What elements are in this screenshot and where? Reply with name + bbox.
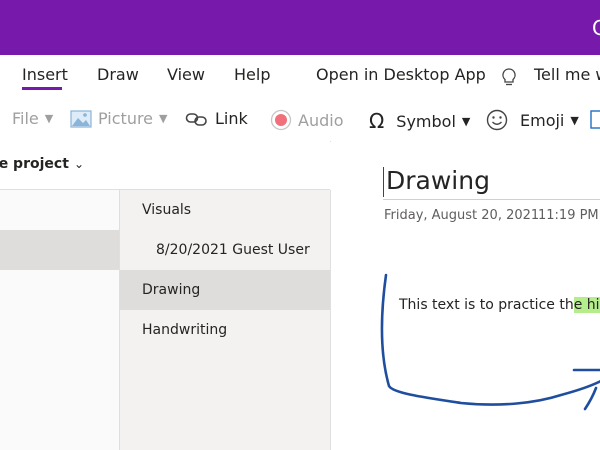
omega-icon: Ω [369, 109, 385, 133]
audio-label: Audio [298, 110, 344, 130]
open-in-desktop-app-button[interactable]: Open in Desktop App [316, 65, 486, 84]
page-label: Visuals [142, 202, 192, 218]
navigation-pane: te project ⌄ Visuals 8/20/2021 Guest Use… [0, 141, 331, 450]
link-button[interactable]: Link [185, 109, 248, 128]
link-icon [185, 112, 207, 126]
link-label: Link [215, 109, 248, 128]
page-label: Handwriting [142, 322, 228, 338]
chevron-down-icon: ▼ [461, 114, 471, 128]
lightbulb-icon [502, 68, 516, 86]
note-text-highlighted: e high [573, 297, 600, 313]
page-item-guest-user[interactable]: 8/20/2021 Guest User [120, 230, 330, 270]
page-item-visuals[interactable]: Visuals [120, 190, 330, 230]
chevron-down-icon: ⌄ [74, 157, 85, 171]
picture-label: Picture [98, 109, 154, 128]
user-initial[interactable]: C [592, 16, 600, 40]
title-bar: C [0, 0, 600, 55]
file-label: File [12, 109, 39, 128]
picture-button[interactable]: Picture ▼ [70, 109, 168, 128]
chevron-down-icon: ▼ [44, 112, 54, 125]
chevron-down-icon: ▼ [570, 113, 579, 127]
section-list [0, 190, 120, 450]
tab-insert[interactable]: Insert [22, 65, 68, 84]
notebook-title: te project [0, 156, 69, 172]
tab-help[interactable]: Help [234, 65, 270, 84]
page-label: 8/20/2021 Guest User [156, 242, 310, 258]
insert-toolbar: File ▼ Picture ▼ Link Audio Ω Symbol ▼ E… [0, 99, 600, 142]
chevron-down-icon: ▼ [159, 112, 168, 125]
page-item-handwriting[interactable]: Handwriting [120, 310, 330, 350]
page-item-drawing[interactable]: Drawing [120, 270, 330, 310]
section-item-selected[interactable] [0, 230, 119, 270]
emoji-button[interactable]: Emoji ▼ [486, 109, 579, 131]
page-label: Drawing [142, 282, 201, 298]
emoji-label: Emoji [520, 110, 565, 130]
audio-button[interactable]: Audio [270, 109, 343, 131]
spelling-icon[interactable] [590, 109, 600, 131]
page-list: Visuals 8/20/2021 Guest User Drawing Han… [120, 190, 331, 450]
ribbon-tabs: Insert Draw View Help Open in Desktop Ap… [0, 55, 600, 99]
ink-drawing[interactable] [331, 141, 600, 450]
picture-icon [70, 109, 92, 128]
smiley-icon [486, 109, 508, 131]
tab-view[interactable]: View [167, 65, 205, 84]
record-icon [270, 109, 292, 131]
symbol-button[interactable]: Ω Symbol ▼ [369, 109, 470, 133]
page-canvas[interactable]: Drawing Friday, August 20, 2021 11:19 PM… [331, 141, 600, 450]
note-text[interactable]: This text is to practice the high [399, 297, 600, 313]
note-text-plain: This text is to practice th [399, 297, 574, 313]
symbol-label: Symbol [396, 111, 456, 131]
tell-me-search[interactable]: Tell me wh [534, 65, 600, 84]
file-button[interactable]: File ▼ [12, 109, 53, 128]
tab-draw[interactable]: Draw [97, 65, 139, 84]
notebook-selector[interactable]: te project ⌄ [0, 141, 330, 190]
active-tab-indicator [22, 87, 62, 90]
